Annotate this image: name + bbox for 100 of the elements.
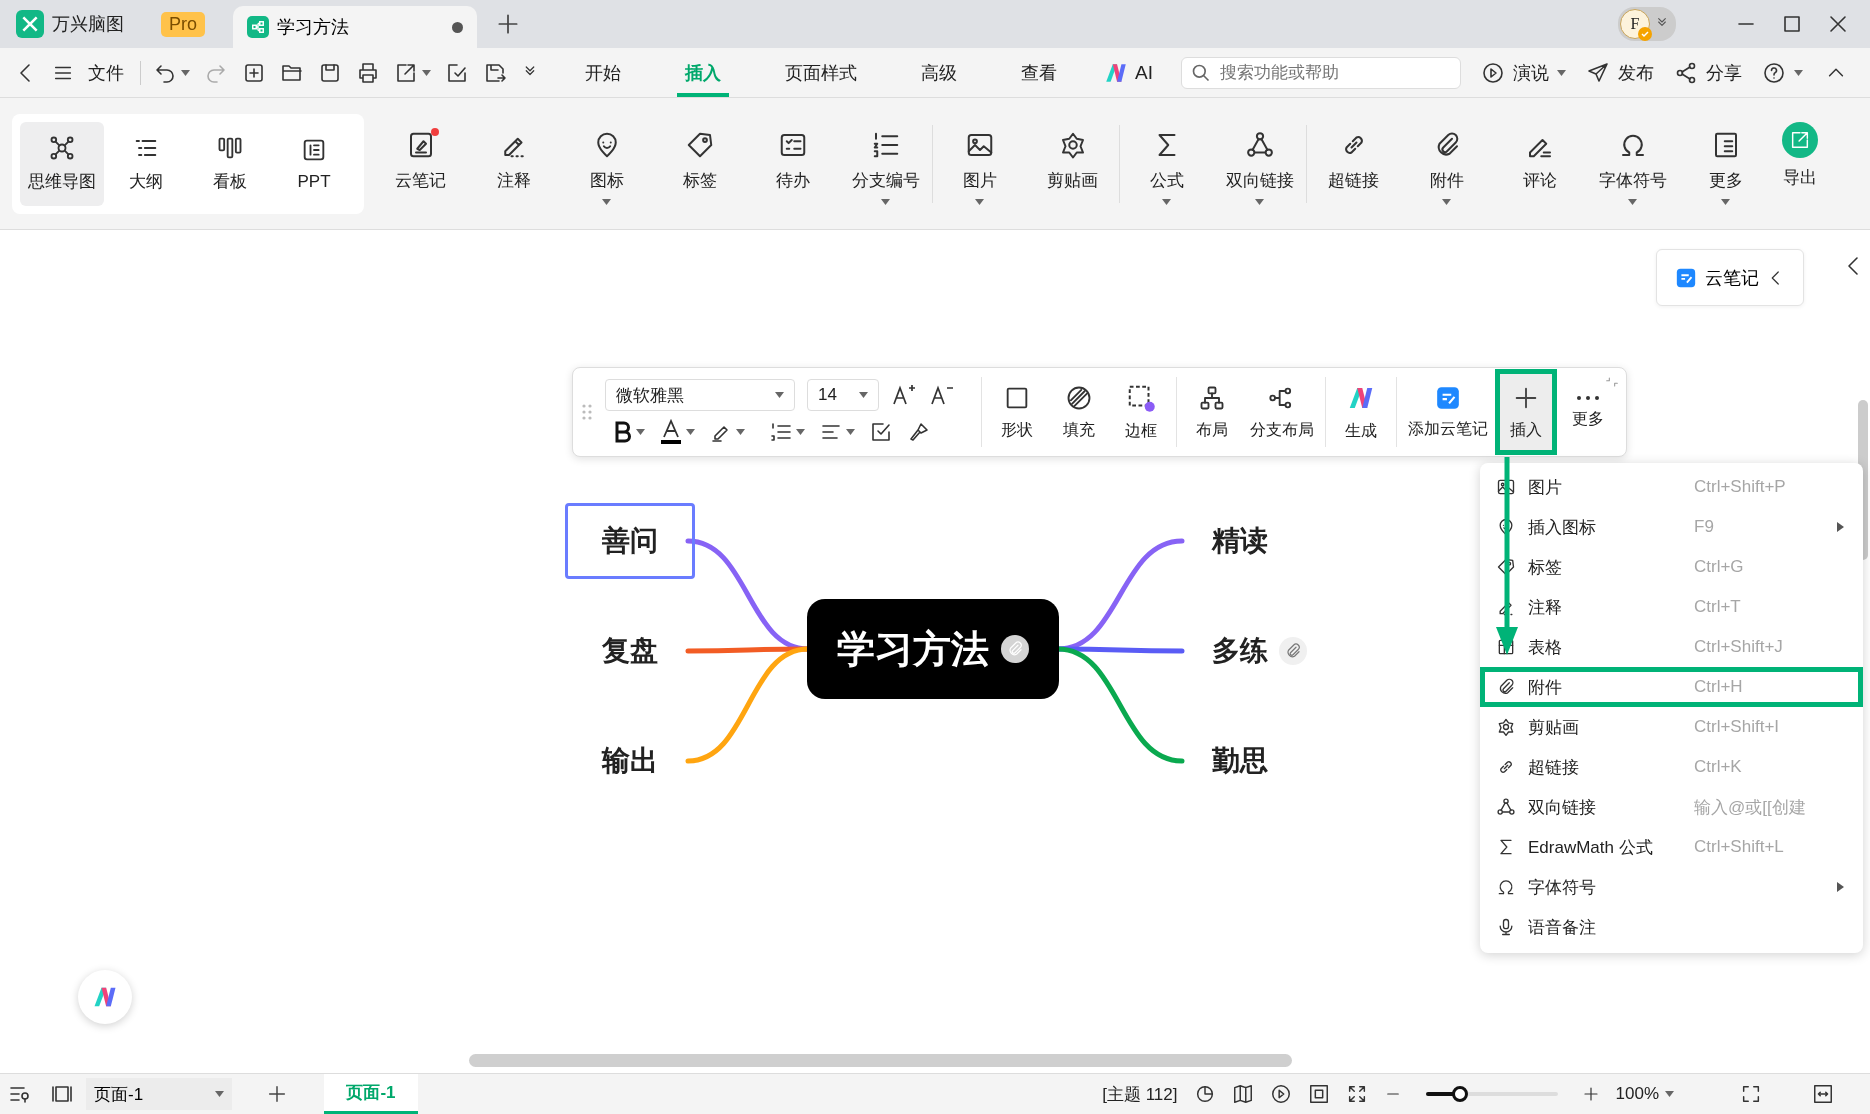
font-family-dropdown[interactable]: 微软雅黑 [605,379,795,411]
menu-item[interactable]: EdrawMath 公式 Ctrl+Shift+L [1480,827,1863,867]
caret-icon [686,429,695,435]
topic-node[interactable]: 精读 [1175,503,1305,579]
ai-label[interactable]: AI [1135,61,1153,84]
play-icon [1480,60,1505,85]
ribbon-tool[interactable]: 字体符号 [1586,113,1679,214]
toolbar-button[interactable]: 添加云笔记 [1401,369,1495,455]
ribbon-tool[interactable]: 云笔记 [374,113,467,214]
add-page-icon[interactable] [266,1083,288,1105]
menu-item[interactable]: 图片 Ctrl+Shift+P [1480,467,1863,507]
help-icon[interactable] [1761,60,1786,85]
caret-icon [181,69,190,76]
menu-tab[interactable]: 页面样式 [777,48,865,97]
topic-node[interactable]: 善问 [565,503,695,579]
fit-page-icon[interactable] [1307,1083,1330,1105]
bold-icon[interactable] [613,420,633,444]
increase-font-icon[interactable] [891,383,917,407]
ribbon-tool[interactable]: 剪贴画 [1026,113,1119,214]
fullscreen-icon[interactable] [1740,1083,1762,1105]
node-graph-icon [1244,129,1275,160]
view-tab[interactable]: 思维导图 [20,121,104,206]
page-dropdown[interactable]: 页面-1 [86,1078,232,1110]
toolbar-button[interactable]: 更多 [1557,369,1619,455]
attachment-icon[interactable] [1001,635,1029,663]
menu-item[interactable]: 注释 Ctrl+T [1480,587,1863,627]
play-icon[interactable] [1269,1083,1292,1105]
toolbar-button[interactable]: 生成 [1330,369,1392,455]
ribbon-tool[interactable]: 图片 [933,113,1026,214]
font-color-icon[interactable] [659,419,683,445]
ribbon-tool[interactable]: 注释 [467,113,560,214]
menu-item[interactable]: 标签 Ctrl+G [1480,547,1863,587]
topic-node[interactable]: 输出 [565,723,695,799]
file-menu[interactable]: 文件 [88,60,124,85]
menu-item[interactable]: 双向链接 输入@或[[创建 [1480,787,1863,827]
mindmap-file-icon [247,16,269,38]
ribbon-tool[interactable]: 分支编号 [839,113,932,214]
node-graph-icon [1496,797,1516,817]
menu-item[interactable]: 剪贴画 Ctrl+Shift+I [1480,707,1863,747]
note-icon [1675,266,1697,289]
action-button[interactable]: 演说 [1480,60,1566,85]
ribbon-tool[interactable]: 标签 [653,113,746,214]
ribbon-tool[interactable]: 待办 [746,113,839,214]
menu-item[interactable]: 附件 Ctrl+H [1480,667,1863,707]
toolbar-button[interactable]: 插入 [1495,369,1557,455]
toolbar-button[interactable]: 填充 [1048,369,1110,455]
toolbar-button[interactable]: 边框 [1110,369,1172,455]
view-tab[interactable]: PPT [272,121,356,206]
image-icon [1496,477,1516,497]
cloud-note-button[interactable]: 云笔记 [1656,249,1804,306]
menu-item[interactable]: 字体符号 [1480,867,1863,907]
ribbon-tool[interactable]: 超链接 [1307,113,1400,214]
ribbon-tool[interactable]: 更多 [1679,113,1772,214]
drag-handle-icon[interactable] [581,402,593,422]
menu-item[interactable]: 超链接 Ctrl+K [1480,747,1863,787]
toolbar-button[interactable]: 形状 [986,369,1048,455]
toolbar-button[interactable]: 分支布局 [1243,369,1321,455]
central-topic[interactable]: 学习方法 [807,599,1059,699]
caret-icon [775,392,784,398]
caret-icon [881,198,890,205]
checkbox-icon[interactable] [869,420,893,444]
ribbon-tool[interactable]: 公式 [1120,113,1213,214]
action-button[interactable]: 分享 [1673,60,1742,85]
ribbon-tool[interactable]: 附件 [1400,113,1493,214]
flower-icon [1496,717,1516,737]
tag-icon [1496,557,1516,577]
menu-tab[interactable]: 查看 [1013,48,1065,97]
topic-node[interactable]: 勤思 [1175,723,1305,799]
topic-count: [主题 112] [1102,1083,1178,1106]
fit-width-icon[interactable] [1812,1083,1834,1105]
ai-assistant-button[interactable] [78,970,132,1024]
action-button[interactable]: 发布 [1585,60,1654,85]
ribbon-tool[interactable]: 评论 [1493,113,1586,214]
numbered-list-icon[interactable] [769,420,793,444]
export-button[interactable]: 导出 [1776,120,1824,190]
menu-item[interactable]: 语音备注 [1480,907,1863,947]
paperclip-icon [1284,642,1302,660]
topic-node[interactable]: 复盘 [565,613,695,689]
central-topic-label: 学习方法 [837,626,989,672]
verified-badge-icon [1638,27,1652,41]
font-size-dropdown[interactable]: 14 [807,379,879,411]
ribbon-tool[interactable]: 双向链接 [1213,113,1306,214]
menu-tab[interactable]: 高级 [913,48,965,97]
notification-dot [431,127,439,136]
document-tab[interactable]: 学习方法 [233,6,477,48]
topic-node[interactable]: 多练 [1175,613,1305,689]
format-painter-icon[interactable] [907,420,931,444]
zoom-dropdown[interactable]: 100% [1615,1084,1674,1104]
printer-icon[interactable] [356,60,380,85]
view-tab[interactable]: 大纲 [104,121,188,206]
menu-tab[interactable]: 开始 [577,48,629,97]
account-button[interactable]: F [1618,7,1676,41]
menu-item[interactable]: 插入图标 F9 [1480,507,1863,547]
ribbon-tool[interactable]: 图标 [560,113,653,214]
view-tab[interactable]: 看板 [188,121,272,206]
toolbar-button[interactable]: 布局 [1181,369,1243,455]
caret-icon [636,429,645,435]
map-icon[interactable] [1231,1083,1254,1105]
horizontal-scrollbar[interactable] [469,1054,1292,1067]
search-field[interactable]: 搜索功能或帮助 [1180,56,1461,89]
